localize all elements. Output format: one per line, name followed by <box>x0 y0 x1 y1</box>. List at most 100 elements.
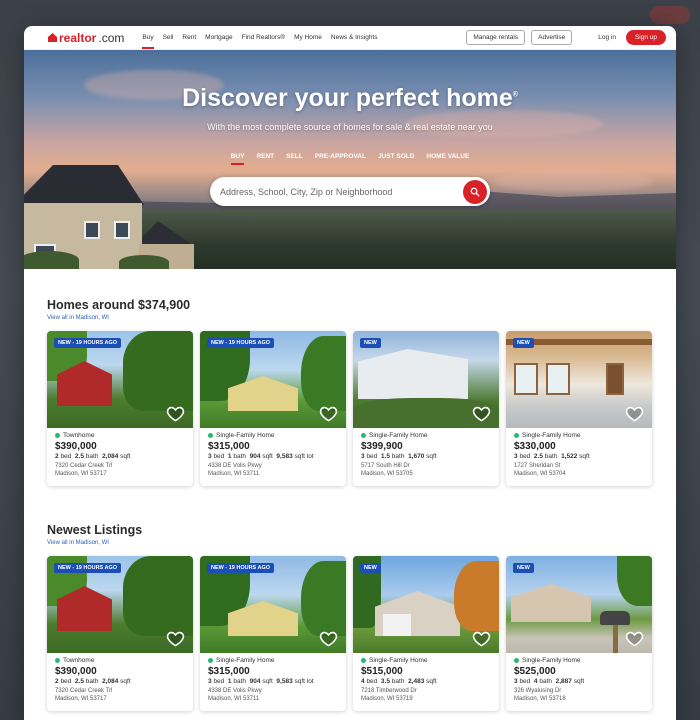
heart-icon[interactable] <box>472 629 491 648</box>
section-title: Newest Listings <box>47 523 143 537</box>
nav-actions: Manage rentals Advertise Log in Sign up <box>466 30 666 45</box>
heart-icon[interactable] <box>166 629 185 648</box>
new-badge: NEW <box>513 563 534 573</box>
tab-buy[interactable]: BUY <box>230 153 245 165</box>
listing-meta: 2 bed 2.5 bath 2,084 sqft <box>55 453 131 460</box>
search-button[interactable] <box>463 179 487 204</box>
listing-meta: 3 bed 1.5 bath 1,670 sqft <box>361 453 437 460</box>
heart-icon[interactable] <box>625 404 644 423</box>
listing-card[interactable]: NEW Single-Family Home $330,000 3 bed 2.… <box>506 331 652 486</box>
listing-photo: NEW - 19 HOURS AGO <box>47 331 193 428</box>
backdrop-decoration <box>650 6 690 24</box>
listing-price: $390,000 <box>55 441 97 452</box>
advertise-button[interactable]: Advertise <box>531 30 573 45</box>
signup-button[interactable]: Sign up <box>625 30 666 45</box>
listing-meta: 3 bed 1 bath 904 sqft 9,583 sqft lot <box>208 453 314 460</box>
tab-rent[interactable]: RENT <box>256 153 274 165</box>
search-bar <box>210 177 490 206</box>
listing-cards: NEW - 19 HOURS AGO Townhome $390,000 2 b… <box>47 556 653 711</box>
manage-rentals-button[interactable]: Manage rentals <box>466 30 526 45</box>
listing-photo: NEW <box>506 556 652 653</box>
listing-address: 5717 South Hill Dr Madison, WI 53705 <box>361 463 413 477</box>
listing-card[interactable]: NEW Single-Family Home $399,900 3 bed 1.… <box>353 331 499 486</box>
status-dot <box>361 658 366 663</box>
logo-suffix: .com <box>98 30 125 45</box>
heart-icon[interactable] <box>319 629 338 648</box>
view-all-link[interactable]: View all in Madison, WI <box>47 315 653 321</box>
listing-price: $390,000 <box>55 666 97 677</box>
tab-home-value[interactable]: HOME VALUE <box>426 153 469 165</box>
listing-address: 1727 Sheridan St Madison, WI 53704 <box>514 463 566 477</box>
listing-address: 7320 Cedar Creek Trl Madison, WI 53717 <box>55 463 113 477</box>
property-type: Single-Family Home <box>361 657 491 664</box>
nav-link-mortgage[interactable]: Mortgage <box>205 26 232 49</box>
property-type: Single-Family Home <box>361 432 491 439</box>
listing-price: $330,000 <box>514 441 556 452</box>
listing-meta: 3 bed 2.5 bath 1,522 sqft <box>514 453 590 460</box>
logo-text: realtor <box>59 30 97 45</box>
new-badge: NEW - 19 HOURS AGO <box>54 338 122 348</box>
house-logo-icon <box>48 33 57 42</box>
tab-sell[interactable]: SELL <box>286 153 303 165</box>
nav-link-sell[interactable]: Sell <box>163 26 174 49</box>
status-dot <box>514 433 519 438</box>
nav-link-buy[interactable]: Buy <box>142 26 154 49</box>
nav-link-my-home[interactable]: My Home <box>294 26 322 49</box>
hero-cloud <box>494 170 654 192</box>
new-badge: NEW - 19 HOURS AGO <box>54 563 122 573</box>
listing-price: $515,000 <box>361 666 403 677</box>
status-dot <box>208 658 213 663</box>
listing-meta: 3 bed 1 bath 904 sqft 9,583 sqft lot <box>208 678 314 685</box>
new-badge: NEW - 19 HOURS AGO <box>207 338 275 348</box>
heart-icon[interactable] <box>166 404 185 423</box>
listing-address: 7320 Cedar Creek Trl Madison, WI 53717 <box>55 688 113 702</box>
listing-address: 326 Wyalusing Dr Madison, WI 53718 <box>514 688 566 702</box>
listing-meta: 4 bed 3.5 bath 2,483 sqft <box>361 678 437 685</box>
listing-address: 7218 Timberwood Dr Madison, WI 53719 <box>361 688 417 702</box>
heart-icon[interactable] <box>472 404 491 423</box>
nav-link-news[interactable]: News & Insights <box>331 26 378 49</box>
nav-link-find-realtors[interactable]: Find Realtors® <box>242 26 285 49</box>
listing-card[interactable]: NEW - 19 HOURS AGO Townhome $390,000 2 b… <box>47 556 193 711</box>
tab-pre-approval[interactable]: PRE-APPROVAL <box>315 153 366 165</box>
newest-listings-section: Newest Listings View all in Madison, WI … <box>24 523 676 711</box>
listing-address: 4338 DE Volis Pkwy Madison, WI 53711 <box>208 688 262 702</box>
listing-price: $525,000 <box>514 666 556 677</box>
new-badge: NEW <box>360 338 381 348</box>
listing-card[interactable]: NEW - 19 HOURS AGO Single-Family Home $3… <box>200 331 346 486</box>
realtor-logo[interactable]: realtor .com <box>48 31 124 45</box>
nav-link-rent[interactable]: Rent <box>182 26 196 49</box>
listing-photo: NEW - 19 HOURS AGO <box>200 331 346 428</box>
listing-photo: NEW <box>506 331 652 428</box>
hero-house-image <box>24 109 199 269</box>
status-dot <box>55 433 60 438</box>
status-dot <box>208 433 213 438</box>
search-input[interactable] <box>220 186 463 197</box>
listing-meta: 3 bed 4 bath 2,887 sqft <box>514 678 585 685</box>
new-badge: NEW - 19 HOURS AGO <box>207 563 275 573</box>
listing-price: $399,900 <box>361 441 403 452</box>
top-nav: realtor .com Buy Sell Rent Mortgage Find … <box>24 26 676 50</box>
listing-card[interactable]: NEW Single-Family Home $515,000 4 bed 3.… <box>353 556 499 711</box>
property-type: Single-Family Home <box>208 657 338 664</box>
listing-photo: NEW <box>353 556 499 653</box>
listing-card[interactable]: NEW - 19 HOURS AGO Townhome $390,000 2 b… <box>47 331 193 486</box>
search-mode-tabs: BUY RENT SELL PRE-APPROVAL JUST SOLD HOM… <box>24 153 676 165</box>
status-dot <box>514 658 519 663</box>
listing-photo: NEW - 19 HOURS AGO <box>200 556 346 653</box>
login-link[interactable]: Log in <box>598 34 616 41</box>
heart-icon[interactable] <box>625 629 644 648</box>
listing-price: $315,000 <box>208 666 250 677</box>
view-all-link[interactable]: View all in Madison, WI <box>47 540 653 546</box>
tab-just-sold[interactable]: JUST SOLD <box>378 153 414 165</box>
section-title: Homes around $374,900 <box>47 298 191 312</box>
listing-card[interactable]: NEW Single-Family Home $525,000 3 bed 4 … <box>506 556 652 711</box>
heart-icon[interactable] <box>319 404 338 423</box>
new-badge: NEW <box>513 338 534 348</box>
listing-address: 4338 DE Volis Pkwy Madison, WI 53711 <box>208 463 262 477</box>
hero-banner: Discover your perfect home® With the mos… <box>24 50 676 269</box>
listing-card[interactable]: NEW - 19 HOURS AGO Single-Family Home $3… <box>200 556 346 711</box>
listing-price: $315,000 <box>208 441 250 452</box>
listing-photo: NEW <box>353 331 499 428</box>
property-type: Single-Family Home <box>514 432 644 439</box>
